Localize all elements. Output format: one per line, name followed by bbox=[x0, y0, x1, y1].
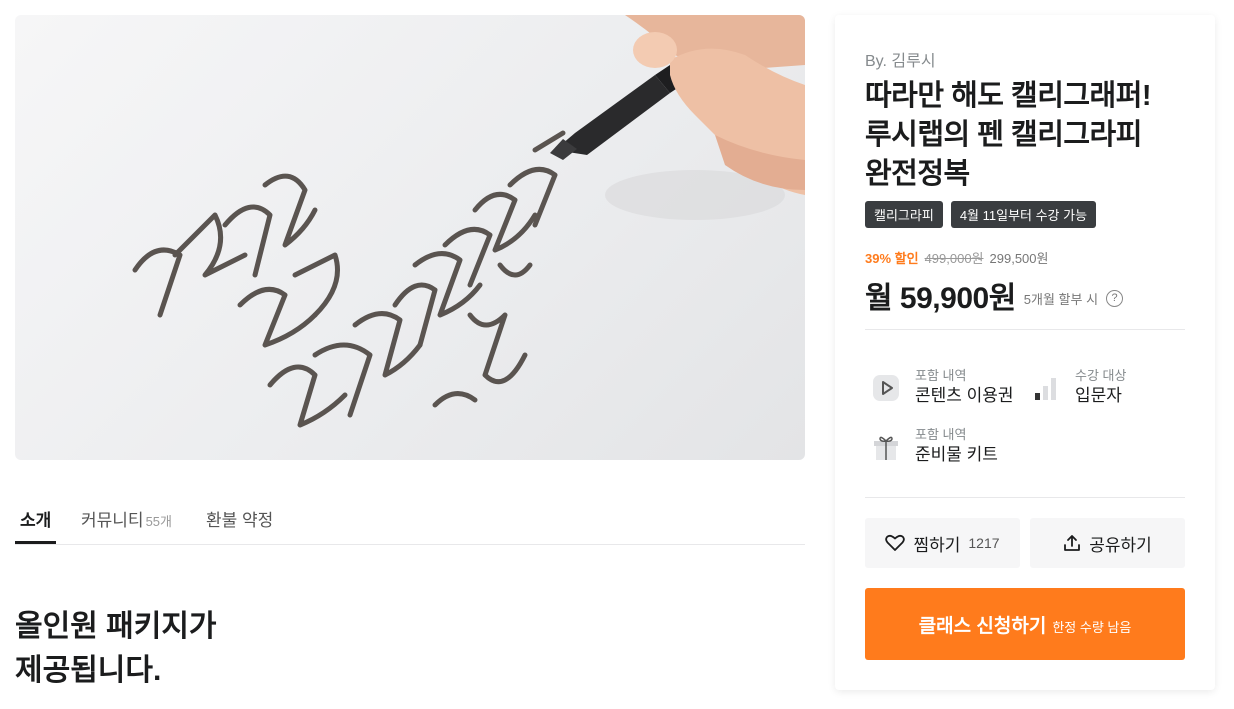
start-date-badge: 4월 11일부터 수강 가능 bbox=[950, 201, 1097, 228]
share-button[interactable]: 공유하기 bbox=[1030, 518, 1185, 568]
discount-rate: 39% 할인 bbox=[865, 251, 919, 266]
wishlist-count: 1217 bbox=[968, 535, 1000, 551]
calligraphy-illustration bbox=[132, 15, 805, 428]
info-includes-kit: 포함 내역 준비물 키트 bbox=[871, 426, 998, 467]
wishlist-label: 찜하기 bbox=[913, 535, 961, 555]
content-tabs: 소개 커뮤니티 55개 환불 약정 bbox=[15, 492, 805, 545]
class-title-line1: 따라만 해도 캘리그래퍼! bbox=[865, 80, 1152, 112]
price-row: 39% 할인 499,000원 299,500원 bbox=[865, 248, 1048, 267]
limited-quantity-note: 한정 수량 남음 bbox=[1052, 619, 1132, 635]
info-value: 입문자 bbox=[1075, 386, 1122, 405]
share-icon bbox=[1064, 535, 1081, 551]
apply-label: 클래스 신청하기 bbox=[918, 615, 1047, 637]
author-name[interactable]: By. 김루시 bbox=[865, 47, 936, 71]
section-title-line2: 제공됩니다. bbox=[15, 654, 162, 687]
info-value: 콘텐츠 이용권 bbox=[915, 386, 1014, 405]
gift-icon bbox=[871, 432, 901, 462]
tab-refund-policy[interactable]: 환불 약정 bbox=[206, 506, 273, 531]
apply-class-button[interactable]: 클래스 신청하기 한정 수량 남음 bbox=[865, 588, 1185, 660]
class-cover-image bbox=[15, 15, 805, 460]
heart-icon bbox=[885, 534, 906, 551]
original-price: 499,000원 bbox=[924, 251, 984, 266]
info-value: 준비물 키트 bbox=[915, 445, 998, 464]
installment-info: 5개월 할부 시 bbox=[1023, 291, 1099, 307]
level-bars-icon bbox=[1031, 373, 1061, 403]
divider bbox=[865, 497, 1185, 498]
info-includes-content: 포함 내역 콘텐츠 이용권 bbox=[871, 367, 1014, 408]
class-title-line3: 완전정복 bbox=[865, 158, 970, 190]
class-title: 따라만 해도 캘리그래퍼! 루시랩의 펜 캘리그라피 완전정복 bbox=[865, 77, 1195, 194]
section-title: 올인원 패키지가 제공됩니다. bbox=[15, 605, 217, 693]
info-label: 포함 내역 bbox=[915, 427, 967, 442]
tab-intro[interactable]: 소개 bbox=[20, 506, 51, 531]
tab-label: 소개 bbox=[20, 511, 52, 530]
tab-label: 환불 약정 bbox=[206, 511, 274, 530]
sale-price: 299,500원 bbox=[989, 251, 1049, 266]
info-label: 수강 대상 bbox=[1075, 368, 1127, 383]
monthly-price-row: 월 59,900원 5개월 할부 시 ? bbox=[865, 273, 1124, 317]
tab-community[interactable]: 커뮤니티 55개 bbox=[81, 506, 172, 531]
play-icon bbox=[871, 373, 901, 403]
divider bbox=[865, 329, 1185, 330]
badge-list: 캘리그라피 4월 11일부터 수강 가능 bbox=[865, 201, 1097, 228]
monthly-price: 월 59,900원 bbox=[865, 282, 1016, 315]
tab-count: 55개 bbox=[145, 514, 172, 529]
info-label: 포함 내역 bbox=[915, 368, 967, 383]
purchase-card: By. 김루시 따라만 해도 캘리그래퍼! 루시랩의 펜 캘리그라피 완전정복 … bbox=[835, 15, 1215, 690]
question-circle-icon[interactable]: ? bbox=[1106, 289, 1124, 307]
share-label: 공유하기 bbox=[1089, 535, 1152, 555]
category-badge: 캘리그라피 bbox=[865, 201, 943, 228]
section-title-line1: 올인원 패키지가 bbox=[15, 610, 217, 643]
info-target-level: 수강 대상 입문자 bbox=[1031, 367, 1126, 408]
wishlist-button[interactable]: 찜하기 1217 bbox=[865, 518, 1020, 568]
class-title-line2: 루시랩의 펜 캘리그라피 bbox=[865, 119, 1142, 151]
active-tab-indicator bbox=[15, 541, 56, 544]
tab-label: 커뮤니티 bbox=[81, 511, 144, 530]
